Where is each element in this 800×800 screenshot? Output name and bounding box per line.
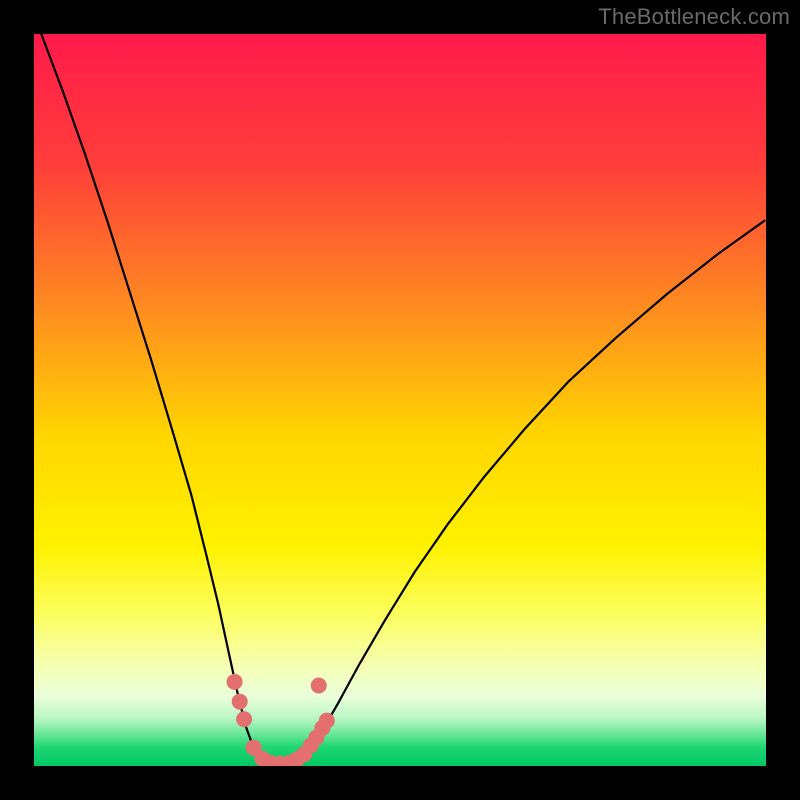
chart-frame: TheBottleneck.com: [0, 0, 800, 800]
bottleneck-chart: [0, 0, 800, 800]
valley-marker-dot: [236, 711, 252, 727]
watermark-text: TheBottleneck.com: [598, 4, 790, 30]
valley-marker-dot: [319, 713, 335, 729]
valley-marker-dot: [311, 677, 327, 693]
gradient-background: [34, 34, 766, 766]
valley-marker-dot: [227, 674, 243, 690]
valley-marker-dot: [232, 694, 248, 710]
